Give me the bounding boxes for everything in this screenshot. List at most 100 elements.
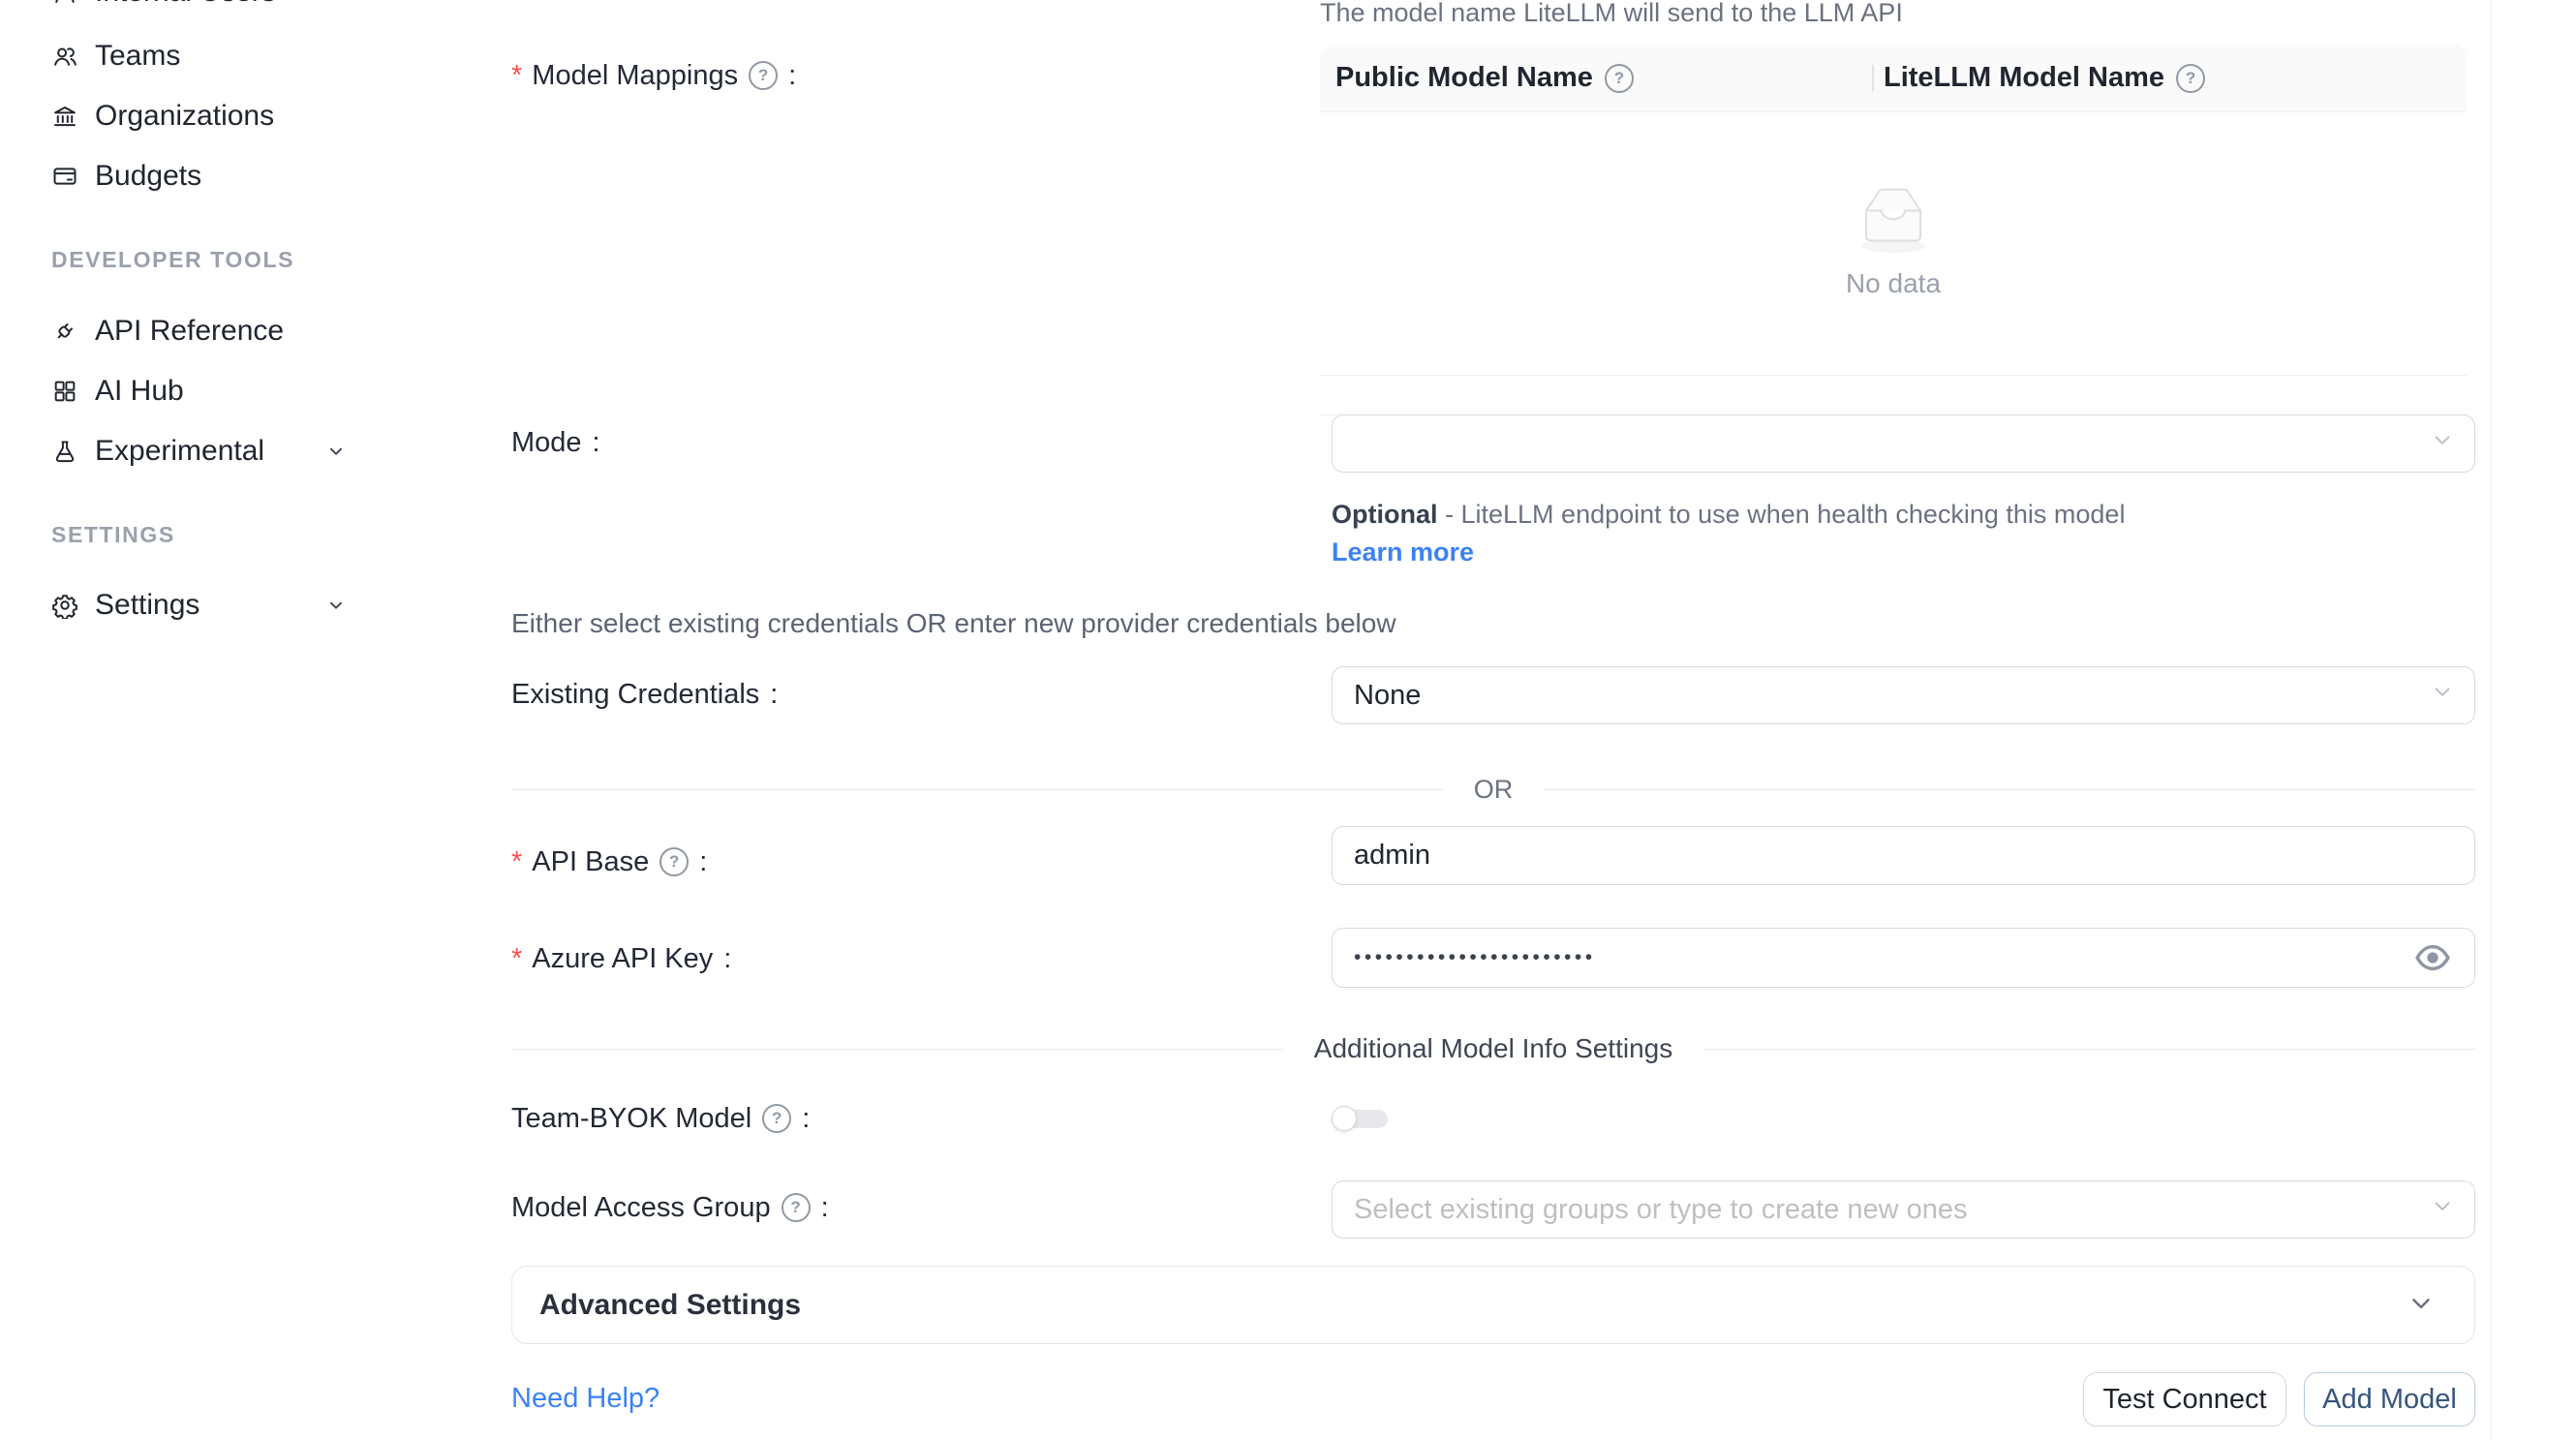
mode-select[interactable]	[1332, 414, 2475, 473]
select-value: None	[1354, 680, 1421, 712]
eye-icon[interactable]	[2413, 938, 2452, 977]
chevron-down-icon	[2407, 1288, 2436, 1322]
mode-help-text: Optional - LiteLLM endpoint to use when …	[1332, 496, 2203, 571]
gear-icon	[51, 592, 78, 619]
table-empty-body: No data	[1320, 112, 2467, 376]
column-label: Public Model Name	[1335, 62, 1593, 94]
learn-more-link[interactable]: Learn more	[1332, 537, 1474, 567]
help-bold: Optional	[1332, 500, 1438, 529]
required-asterisk: *	[511, 60, 522, 92]
help-icon[interactable]: ?	[1605, 64, 1634, 93]
sidebar-item-label: Organizations	[95, 100, 274, 133]
divider-line	[1703, 1049, 2475, 1050]
team-byok-label: Team-BYOK Model ? :	[511, 1099, 810, 1138]
column-label: LiteLLM Model Name	[1884, 62, 2164, 94]
sidebar-item-label: API Reference	[95, 315, 284, 348]
flask-icon	[51, 438, 78, 465]
sidebar: Internal Users Teams Organizations Budge…	[0, 0, 471, 1440]
help-icon[interactable]: ?	[782, 1193, 811, 1222]
model-name-hint: The model name LiteLLM will send to the …	[1320, 0, 1903, 28]
add-model-button[interactable]: Add Model	[2304, 1372, 2475, 1426]
model-mappings-table: Public Model Name ? LiteLLM Model Name ?	[1320, 45, 2467, 415]
sidebar-item-internal-users[interactable]: Internal Users	[0, 0, 470, 19]
sidebar-item-settings[interactable]: Settings	[0, 578, 470, 632]
required-asterisk: *	[511, 846, 522, 878]
label-colon: :	[802, 1103, 810, 1135]
divider-line	[511, 1049, 1283, 1050]
team-byok-toggle[interactable]	[1332, 1106, 1388, 1131]
existing-credentials-select[interactable]: None	[1332, 666, 2475, 724]
model-access-group-label: Model Access Group ? :	[511, 1188, 829, 1227]
sidebar-item-experimental[interactable]: Experimental	[0, 424, 470, 478]
model-access-group-select[interactable]: Select existing groups or type to create…	[1332, 1180, 2475, 1239]
chevron-down-icon	[2430, 679, 2455, 712]
label-colon: :	[770, 679, 778, 711]
sidebar-item-label: Internal Users	[95, 0, 276, 9]
sidebar-item-ai-hub[interactable]: AI Hub	[0, 364, 470, 418]
add-model-page: Internal Users Teams Organizations Budge…	[0, 0, 2576, 1440]
or-divider-text: OR	[1443, 775, 1545, 805]
credentials-note: Either select existing credentials OR en…	[511, 608, 1396, 639]
sidebar-item-label: Teams	[95, 40, 180, 73]
additional-settings-divider: Additional Model Info Settings	[511, 1026, 2475, 1072]
sidebar-section-settings: SETTINGS	[51, 519, 175, 550]
api-base-label: * API Base ? :	[511, 843, 707, 881]
help-icon[interactable]: ?	[659, 847, 689, 876]
sidebar-item-teams[interactable]: Teams	[0, 29, 470, 83]
team-icon	[51, 43, 78, 70]
help-icon[interactable]: ?	[2176, 64, 2205, 93]
no-data-text: No data	[1844, 268, 1943, 299]
api-plug-icon	[51, 318, 78, 345]
existing-credentials-label: Existing Credentials :	[511, 675, 778, 714]
empty-inbox-icon	[1844, 176, 1943, 256]
table-header: Public Model Name ? LiteLLM Model Name ?	[1320, 45, 2467, 112]
additional-settings-divider-text: Additional Model Info Settings	[1283, 1033, 1703, 1064]
or-divider: OR	[511, 766, 2475, 812]
column-header-public-model-name: Public Model Name ?	[1320, 62, 1872, 94]
sidebar-item-label: AI Hub	[95, 375, 184, 408]
azure-api-key-field	[1332, 928, 2475, 988]
help-icon[interactable]: ?	[762, 1104, 791, 1133]
help-icon[interactable]: ?	[749, 61, 778, 90]
grid-icon	[51, 378, 78, 405]
sidebar-item-label: Experimental	[95, 435, 264, 468]
chevron-down-icon	[2430, 427, 2455, 460]
label-text: Team-BYOK Model	[511, 1103, 751, 1135]
sidebar-item-organizations[interactable]: Organizations	[0, 89, 470, 143]
azure-api-key-label: * Azure API Key :	[511, 939, 731, 978]
test-connect-button[interactable]: Test Connect	[2083, 1372, 2286, 1426]
select-placeholder: Select existing groups or type to create…	[1354, 1194, 1968, 1226]
chevron-down-icon	[325, 595, 347, 621]
divider-line	[511, 789, 1443, 790]
label-colon: :	[723, 943, 731, 975]
advanced-settings-panel[interactable]: Advanced Settings	[511, 1266, 2475, 1344]
sidebar-section-developer-tools: DEVELOPER TOOLS	[51, 244, 294, 275]
label-colon: :	[593, 427, 600, 459]
credit-card-icon	[51, 163, 78, 190]
label-text: Existing Credentials	[511, 679, 759, 711]
advanced-settings-label: Advanced Settings	[539, 1289, 801, 1322]
empty-state: No data	[1844, 176, 1943, 299]
label-text: Azure API Key	[532, 943, 713, 975]
column-divider	[1872, 65, 1874, 91]
sidebar-item-api-reference[interactable]: API Reference	[0, 304, 470, 358]
sidebar-item-budgets[interactable]: Budgets	[0, 149, 470, 203]
label-colon: :	[699, 846, 707, 878]
chevron-down-icon	[2430, 1193, 2455, 1226]
mode-label: Mode :	[511, 423, 600, 462]
sidebar-item-label: Budgets	[95, 160, 201, 193]
table-footer	[1320, 376, 2467, 415]
add-model-form: The model name LiteLLM will send to the …	[470, 0, 2492, 1440]
toggle-knob	[1332, 1106, 1357, 1131]
required-asterisk: *	[511, 943, 522, 975]
label-text: API Base	[532, 846, 649, 878]
label-text: Model Mappings	[532, 60, 738, 92]
azure-api-key-input[interactable]	[1332, 928, 2475, 988]
label-text: Mode	[511, 427, 582, 459]
chevron-down-icon	[325, 441, 347, 467]
need-help-link[interactable]: Need Help?	[511, 1383, 659, 1415]
bank-icon	[51, 103, 78, 130]
model-mappings-label: * Model Mappings ? :	[511, 56, 796, 95]
help-body: - LiteLLM endpoint to use when health ch…	[1438, 500, 2126, 529]
api-base-input[interactable]	[1332, 826, 2475, 885]
